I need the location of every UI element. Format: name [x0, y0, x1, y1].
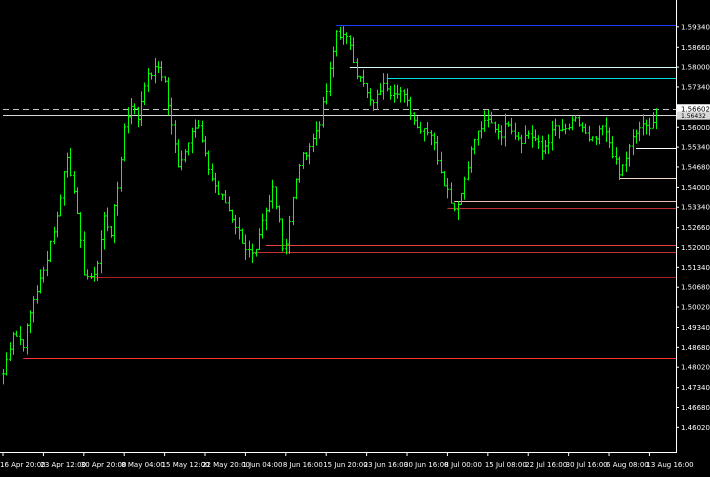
price-tick-label: 1.50680 — [681, 284, 710, 292]
time-tick-label: 8 Jun 16:00 — [283, 461, 323, 469]
chart-background — [0, 0, 710, 473]
price-tick-label: 1.58660 — [681, 44, 710, 52]
price-tick-label: 1.59340 — [681, 23, 710, 31]
price-tick-label: 1.52660 — [681, 224, 710, 232]
time-tick-label: 1 Jun 04:00 — [242, 461, 282, 469]
price-axis: 1.59340 1.58660 1.58000 1.57340 1.56000 1.553… — [676, 0, 710, 453]
price-tick-label: 1.46020 — [681, 424, 710, 432]
price-tick-label: 1.55340 — [681, 144, 710, 152]
price-tick-label: 1.54000 — [681, 184, 710, 192]
time-tick-label: 23 Jun 16:00 — [364, 461, 408, 469]
time-tick-label: 30 Apr 20:00 — [81, 461, 127, 469]
time-tick-label: 16 Apr 20:00 — [0, 461, 46, 469]
time-tick-label: 23 Apr 12:00 — [40, 461, 86, 469]
price-tick-label: 1.53340 — [681, 204, 710, 212]
time-tick-label: 8 Jul 00:00 — [444, 461, 482, 469]
price-tick-label: 1.52000 — [681, 244, 710, 252]
chart-svg: 1.59340 1.58660 1.58000 1.57340 1.56000 1.553… — [0, 0, 710, 473]
price-tick-label: 1.50020 — [681, 304, 710, 312]
price-chart[interactable]: 1.59340 1.58660 1.58000 1.57340 1.56000 1.553… — [0, 0, 710, 473]
time-tick-label: 13 Aug 16:00 — [646, 461, 693, 469]
time-tick-label: 6 Aug 08:00 — [606, 461, 649, 469]
price-tick-label: 1.46680 — [681, 404, 710, 412]
time-tick-label: 30 Jul 16:00 — [566, 461, 608, 469]
price-tick-label: 1.54680 — [681, 163, 710, 171]
price-tick-label: 1.56000 — [681, 124, 710, 132]
price-tick-label: 1.58000 — [681, 64, 710, 72]
time-tick-label: 22 Jul 16:00 — [525, 461, 567, 469]
price-tick-label: 1.51340 — [681, 264, 710, 272]
time-tick-label: 15 Jun 20:00 — [323, 461, 367, 469]
price-tick-label: 1.49340 — [681, 324, 710, 332]
time-tick-label: 15 Jul 08:00 — [485, 461, 527, 469]
time-tick-label: 8 May 04:00 — [121, 461, 165, 469]
secondary-price-label: 1.56432 — [681, 113, 706, 120]
price-tick-label: 1.48020 — [681, 364, 710, 372]
price-tick-label: 1.57340 — [681, 83, 710, 91]
price-tick-label: 1.47340 — [681, 384, 710, 392]
price-tick-label: 1.48680 — [681, 344, 710, 352]
time-tick-label: 30 Jun 16:00 — [404, 461, 448, 469]
